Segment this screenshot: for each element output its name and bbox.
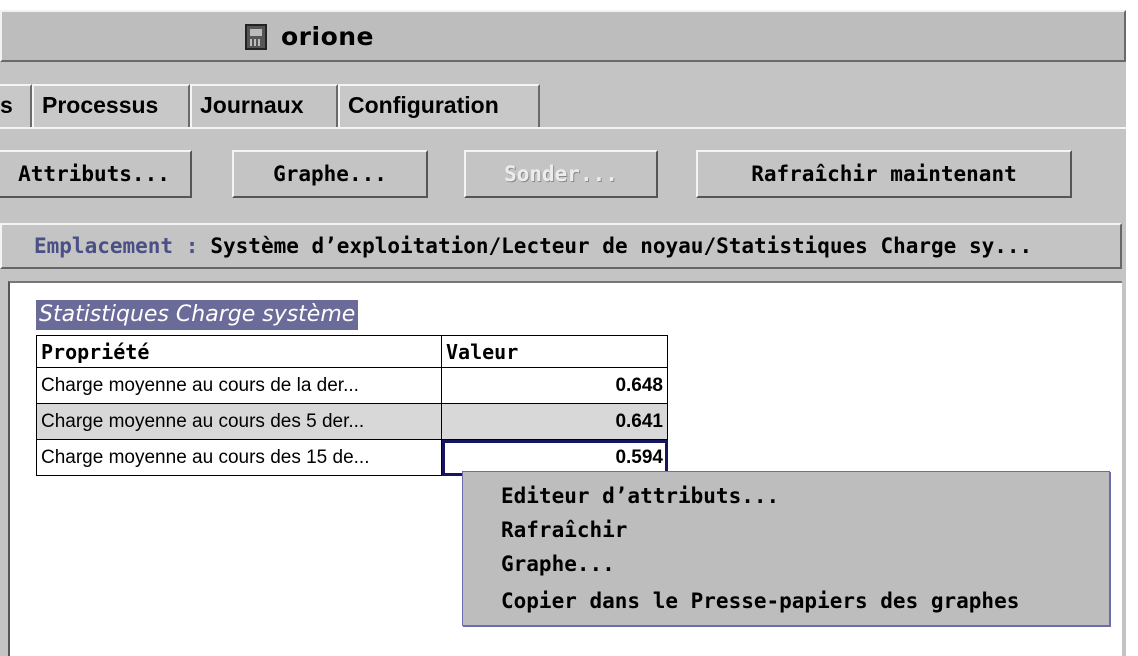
value-cell[interactable]: 0.641 [441, 403, 668, 440]
table-row[interactable]: Charge moyenne au cours de la der... 0.6… [36, 367, 668, 404]
top-strip [0, 0, 1138, 10]
property-cell[interactable]: Charge moyenne au cours des 5 der... [36, 403, 442, 440]
location-label: Emplacement : [34, 234, 199, 258]
menu-item-refresh[interactable]: Rafraîchir [501, 513, 627, 547]
value-cell[interactable]: 0.648 [441, 367, 668, 404]
context-menu: Editeur d’attributs... Rafraîchir Graphe… [462, 471, 1110, 626]
property-cell[interactable]: Charge moyenne au cours des 15 de... [36, 439, 442, 476]
properties-table: Propriété Valeur Charge moyenne au cours… [36, 335, 668, 476]
menu-item-attribute-editor[interactable]: Editeur d’attributs... [501, 479, 779, 513]
menu-item-copy-to-graph-clipboard[interactable]: Copier dans le Presse-papiers des graphe… [501, 584, 1019, 618]
table-row[interactable]: Charge moyenne au cours des 5 der... 0.6… [36, 403, 668, 440]
title-wrap: orione [245, 22, 374, 51]
right-edge [1126, 0, 1138, 656]
graph-button[interactable]: Graphe... [232, 150, 428, 198]
tab-journaux[interactable]: Journaux [190, 84, 338, 128]
menu-item-graph[interactable]: Graphe... [501, 547, 615, 581]
tab-truncated[interactable]: s [0, 84, 32, 128]
probe-button[interactable]: Sonder... [464, 150, 658, 198]
window-title: orione [281, 22, 375, 51]
column-header-property: Propriété [36, 335, 442, 368]
tab-configuration[interactable]: Configuration [338, 84, 540, 128]
section-title: Statistiques Charge système [36, 300, 359, 330]
tab-baseline [0, 127, 1126, 129]
table-header-row: Propriété Valeur [36, 335, 668, 368]
location-path: Système d’exploitation/Lecteur de noyau/… [210, 234, 1033, 258]
property-cell[interactable]: Charge moyenne au cours de la der... [36, 367, 442, 404]
location-bar: Emplacement : Système d’exploitation/Lec… [0, 223, 1122, 269]
tab-processus[interactable]: Processus [32, 84, 190, 128]
calendar-icon [245, 23, 267, 50]
attributes-button[interactable]: Attributs... [0, 150, 192, 198]
refresh-now-button[interactable]: Rafraîchir maintenant [696, 150, 1072, 198]
column-header-value: Valeur [441, 335, 668, 368]
title-bar: orione [0, 10, 1126, 62]
